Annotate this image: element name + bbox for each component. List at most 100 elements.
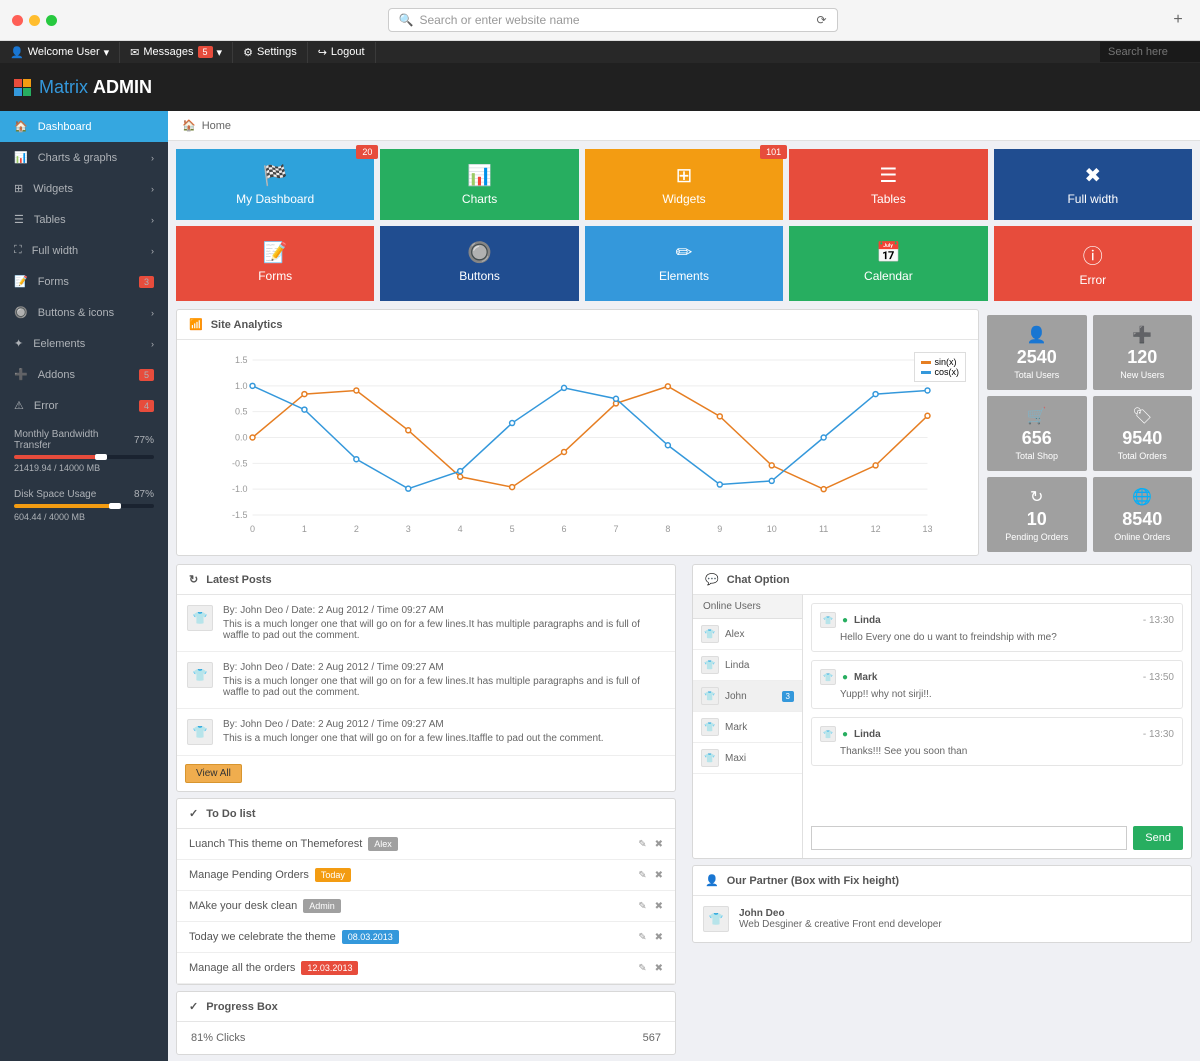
stat-label: Total Users bbox=[993, 370, 1081, 380]
chat-msg-time: - 13:30 bbox=[1143, 615, 1174, 626]
avatar-icon: 👕 bbox=[187, 719, 213, 745]
tile-elements[interactable]: ✏Elements bbox=[585, 226, 783, 301]
sidebar-item-addons[interactable]: ➕Addons5 bbox=[0, 359, 168, 390]
logout-icon: ↪ bbox=[318, 46, 327, 59]
edit-icon[interactable]: ✎ bbox=[638, 963, 646, 974]
chat-user-item[interactable]: 👕Alex bbox=[693, 619, 802, 650]
online-users-header: Online Users bbox=[693, 595, 802, 619]
view-all-button[interactable]: View All bbox=[185, 764, 242, 783]
breadcrumb-home[interactable]: Home bbox=[202, 120, 231, 132]
chat-messages: 👕●Linda- 13:30Hello Every one do u want … bbox=[803, 595, 1191, 858]
settings-link[interactable]: ⚙ Settings bbox=[233, 42, 308, 63]
chat-send-button[interactable]: Send bbox=[1133, 826, 1183, 850]
sidebar-item-label: Dashboard bbox=[38, 121, 92, 133]
chat-icon: 💬 bbox=[705, 573, 719, 586]
svg-text:1.0: 1.0 bbox=[235, 381, 248, 391]
todo-text: Manage Pending Orders bbox=[189, 869, 309, 881]
partner-title: Our Partner (Box with Fix height) bbox=[727, 875, 899, 887]
edit-icon[interactable]: ✎ bbox=[638, 839, 646, 850]
svg-text:13: 13 bbox=[922, 524, 932, 534]
chat-user-item[interactable]: 👕John3 bbox=[693, 681, 802, 712]
tile-my-dashboard[interactable]: 20🏁My Dashboard bbox=[176, 149, 374, 220]
avatar-icon: 👕 bbox=[820, 669, 836, 685]
tile-error[interactable]: ⓘError bbox=[994, 226, 1192, 301]
maximize-window-icon[interactable] bbox=[46, 15, 57, 26]
welcome-dropdown[interactable]: 👤 Welcome User ▾ bbox=[0, 42, 120, 63]
stat-pending-orders[interactable]: ↻10Pending Orders bbox=[987, 477, 1087, 552]
sidebar-item-eelements[interactable]: ✦Eelements› bbox=[0, 328, 168, 359]
sidebar-item-charts-graphs[interactable]: 📊Charts & graphs› bbox=[0, 142, 168, 173]
brand-logo[interactable]: Matrix ADMIN bbox=[14, 77, 152, 98]
svg-text:10: 10 bbox=[767, 524, 777, 534]
sidebar-item-widgets[interactable]: ⊞Widgets› bbox=[0, 173, 168, 204]
tile-tables[interactable]: ☰Tables bbox=[789, 149, 987, 220]
edit-icon[interactable]: ✎ bbox=[638, 870, 646, 881]
breadcrumb: 🏠 Home bbox=[168, 111, 1200, 141]
url-bar[interactable]: 🔍 Search or enter website name ⟳ bbox=[388, 8, 838, 32]
stat-value: 656 bbox=[993, 428, 1081, 449]
post-text: This is a much longer one that will go o… bbox=[223, 676, 665, 698]
tile-icon: 🔘 bbox=[388, 240, 570, 265]
delete-icon[interactable]: ✖ bbox=[655, 839, 663, 850]
tile-label: Full width bbox=[1002, 192, 1184, 206]
tile-forms[interactable]: 📝Forms bbox=[176, 226, 374, 301]
sidebar-item-dashboard[interactable]: 🏠Dashboard bbox=[0, 111, 168, 142]
sidebar-item-full-width[interactable]: ⛶Full width› bbox=[0, 235, 168, 266]
stat-icon: 👤 bbox=[993, 325, 1081, 345]
stat-total-users[interactable]: 👤2540Total Users bbox=[987, 315, 1087, 390]
logout-link[interactable]: ↪ Logout bbox=[308, 42, 376, 63]
stat-total-shop[interactable]: 🛒656 Total Shop bbox=[987, 396, 1087, 471]
sidebar-item-label: Eelements bbox=[33, 338, 85, 350]
sidebar-item-buttons-icons[interactable]: 🔘Buttons & icons› bbox=[0, 297, 168, 328]
stat-icon: 🛒 bbox=[993, 406, 1081, 426]
chat-msg-name: Linda bbox=[854, 615, 881, 626]
stat-new-users[interactable]: ➕120New Users bbox=[1093, 315, 1193, 390]
tile-buttons[interactable]: 🔘Buttons bbox=[380, 226, 578, 301]
chat-user-item[interactable]: 👕Mark bbox=[693, 712, 802, 743]
check-icon: ✓ bbox=[189, 807, 198, 820]
sidebar-badge: 5 bbox=[139, 369, 154, 381]
chat-msg-dot: ● bbox=[842, 672, 848, 683]
delete-icon[interactable]: ✖ bbox=[655, 963, 663, 974]
reload-icon[interactable]: ⟳ bbox=[816, 13, 826, 27]
post-item: 👕By: John Deo / Date: 2 Aug 2012 / Time … bbox=[177, 595, 675, 652]
edit-icon[interactable]: ✎ bbox=[638, 901, 646, 912]
stat-label: Total Shop bbox=[993, 451, 1081, 461]
tile-label: Tables bbox=[797, 192, 979, 206]
close-window-icon[interactable] bbox=[12, 15, 23, 26]
chat-msg-name: Linda bbox=[854, 729, 881, 740]
minimize-window-icon[interactable] bbox=[29, 15, 40, 26]
topnav-search-input[interactable] bbox=[1100, 42, 1200, 62]
edit-icon[interactable]: ✎ bbox=[638, 932, 646, 943]
svg-text:-1.0: -1.0 bbox=[232, 484, 248, 494]
delete-icon[interactable]: ✖ bbox=[655, 870, 663, 881]
sidebar-item-error[interactable]: ⚠Error4 bbox=[0, 390, 168, 421]
messages-dropdown[interactable]: ✉ Messages 5 ▾ bbox=[120, 42, 233, 63]
stat-total-orders[interactable]: 🏷9540Total Orders bbox=[1093, 396, 1193, 471]
sidebar-icon: 🔘 bbox=[14, 306, 28, 319]
delete-icon[interactable]: ✖ bbox=[655, 901, 663, 912]
chat-msg-name: Mark bbox=[854, 672, 877, 683]
tile-calendar[interactable]: 📅Calendar bbox=[789, 226, 987, 301]
tile-charts[interactable]: 📊Charts bbox=[380, 149, 578, 220]
progress-label: 81% Clicks bbox=[191, 1032, 245, 1044]
tile-badge: 20 bbox=[356, 145, 378, 159]
chat-users-list: Online Users 👕Alex👕Linda👕John3👕Mark👕Maxi bbox=[693, 595, 803, 858]
todo-title: To Do list bbox=[206, 808, 255, 820]
new-tab-button[interactable]: + bbox=[1168, 10, 1188, 30]
progress-title: Progress Box bbox=[206, 1001, 278, 1013]
messages-count-badge: 5 bbox=[198, 46, 213, 58]
chat-user-badge: 3 bbox=[782, 691, 794, 702]
chat-input[interactable] bbox=[811, 826, 1127, 850]
sidebar-item-tables[interactable]: ☰Tables› bbox=[0, 204, 168, 235]
stat-online-orders[interactable]: 🌐8540Online Orders bbox=[1093, 477, 1193, 552]
todo-item: Today we celebrate the theme08.03.2013✎✖ bbox=[177, 922, 675, 953]
chat-user-item[interactable]: 👕Linda bbox=[693, 650, 802, 681]
tile-full-width[interactable]: ✖Full width bbox=[994, 149, 1192, 220]
sidebar-item-forms[interactable]: 📝Forms3 bbox=[0, 266, 168, 297]
tile-widgets[interactable]: 101⊞Widgets bbox=[585, 149, 783, 220]
caret-down-icon: ▾ bbox=[104, 46, 110, 59]
delete-icon[interactable]: ✖ bbox=[655, 932, 663, 943]
chat-user-item[interactable]: 👕Maxi bbox=[693, 743, 802, 774]
chat-title: Chat Option bbox=[727, 574, 790, 586]
